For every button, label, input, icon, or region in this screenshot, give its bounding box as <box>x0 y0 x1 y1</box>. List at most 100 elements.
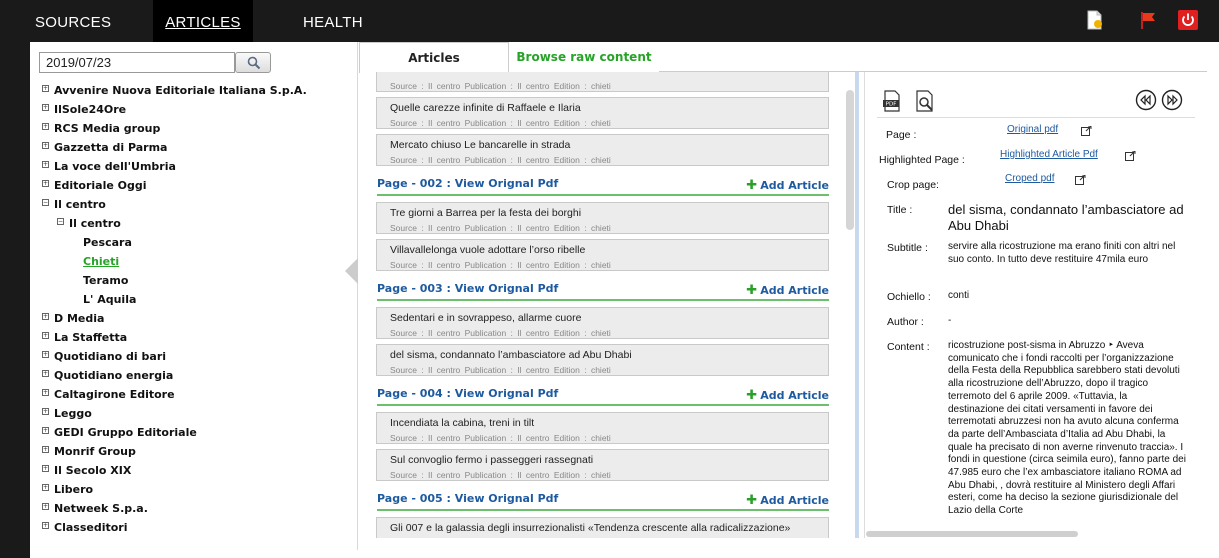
tree-group[interactable]: + Classeditori <box>30 518 358 537</box>
external-link-icon[interactable] <box>1125 151 1136 161</box>
article-title[interactable]: del sisma, condannato l’ambasciatore ad … <box>390 349 632 361</box>
tree-item-label[interactable]: Chieti <box>83 255 119 268</box>
article-item[interactable]: Villavallelonga vuole adottare l’orso ri… <box>376 239 829 271</box>
tree-group[interactable]: + IlSole24Ore <box>30 100 358 119</box>
date-input[interactable] <box>39 52 235 73</box>
add-article-button[interactable]: ✚ Add Article <box>746 283 829 298</box>
expand-icon[interactable]: + <box>42 142 49 149</box>
expand-icon[interactable]: + <box>42 484 49 491</box>
article-title[interactable]: Mercato chiuso Le bancarelle in strada <box>390 139 570 151</box>
expand-icon[interactable]: + <box>42 85 49 92</box>
tree-item-label[interactable]: Pescara <box>83 236 132 249</box>
document-icon[interactable] <box>1084 10 1104 30</box>
article-list-scrollbar[interactable] <box>846 80 854 540</box>
nav-articles-tab[interactable]: ARTICLES <box>153 0 253 42</box>
article-item[interactable]: Sul convoglio fermo i passeggeri rassegn… <box>376 449 829 481</box>
expand-icon[interactable]: + <box>42 180 49 187</box>
expand-icon[interactable]: + <box>42 161 49 168</box>
tab-browse-raw[interactable]: Browse raw content <box>509 42 659 72</box>
add-article-button[interactable]: ✚ Add Article <box>746 388 829 403</box>
external-link-icon[interactable] <box>1081 126 1092 136</box>
nav-health-tab[interactable]: HEALTH <box>303 0 363 42</box>
expand-icon[interactable]: + <box>42 351 49 358</box>
view-original-pdf-link[interactable]: Page - 002 : View Orignal Pdf <box>377 177 558 190</box>
cropped-pdf-link[interactable]: Croped pdf <box>1005 173 1054 184</box>
expand-icon[interactable]: + <box>42 332 49 339</box>
tree-group[interactable]: + Caltagirone Editore <box>30 385 358 404</box>
article-item[interactable]: Tre giorni a Barrea per la festa dei bor… <box>376 202 829 234</box>
article-item[interactable]: del sisma, condannato l’ambasciatore ad … <box>376 344 829 376</box>
expand-icon[interactable]: + <box>42 408 49 415</box>
expand-icon[interactable]: + <box>42 313 49 320</box>
highlighted-pdf-link[interactable]: Highlighted Article Pdf <box>1000 149 1098 160</box>
article-item[interactable]: Mercato chiuso Le bancarelle in strada So… <box>376 134 829 166</box>
tree-group[interactable]: + RCS Media group <box>30 119 358 138</box>
scrollbar-thumb[interactable] <box>846 90 854 230</box>
collapse-panel-handle[interactable] <box>345 258 358 284</box>
article-title[interactable]: Sedentari e in sovrappeso, allarme cuore <box>390 312 581 324</box>
article-title[interactable]: Quelle carezze infinite di Raffaele e Il… <box>390 102 581 114</box>
view-original-pdf-link[interactable]: Page - 004 : View Orignal Pdf <box>377 387 558 400</box>
expand-icon[interactable]: + <box>42 465 49 472</box>
tree-item-label[interactable]: L' Aquila <box>83 293 136 306</box>
tree-group[interactable]: + Monrif Group <box>30 442 358 461</box>
flag-icon[interactable] <box>1138 10 1158 30</box>
tree-group[interactable]: + La voce dell'Umbria <box>30 157 358 176</box>
expand-icon[interactable]: + <box>42 123 49 130</box>
collapse-icon[interactable]: − <box>42 199 49 206</box>
expand-icon[interactable]: + <box>42 104 49 111</box>
article-item[interactable]: Sedentari e in sovrappeso, allarme cuore… <box>376 307 829 339</box>
add-article-button[interactable]: ✚ Add Article <box>746 493 829 508</box>
tree-group[interactable]: + Leggo <box>30 404 358 423</box>
nav-sources-tab[interactable]: SOURCES <box>35 0 111 42</box>
article-title[interactable]: Villavallelonga vuole adottare l’orso ri… <box>390 244 585 256</box>
tree-group[interactable]: + Avvenire Nuova Editoriale Italiana S.p.… <box>30 81 358 100</box>
tree-group[interactable]: + La Staffetta <box>30 328 358 347</box>
article-item[interactable]: Quelle carezze infinite di Raffaele e Il… <box>376 97 829 129</box>
expand-icon[interactable]: + <box>42 446 49 453</box>
tree-group[interactable]: + Il Secolo XIX <box>30 461 358 480</box>
tree-item-label[interactable]: Teramo <box>83 274 128 287</box>
previous-article-icon[interactable] <box>1135 89 1157 111</box>
expand-icon[interactable]: + <box>42 370 49 377</box>
article-title[interactable]: Tre giorni a Barrea per la festa dei bor… <box>390 207 581 219</box>
date-search-button[interactable] <box>235 52 271 73</box>
tree-group[interactable]: + Quotidiano di bari <box>30 347 358 366</box>
tree-group[interactable]: + Gazzetta di Parma <box>30 138 358 157</box>
tree-edition[interactable]: Chieti <box>30 252 358 271</box>
panel-divider[interactable] <box>855 72 859 538</box>
pdf-icon[interactable]: PDF <box>882 90 902 112</box>
next-article-icon[interactable] <box>1161 89 1183 111</box>
view-original-pdf-link[interactable]: Page - 003 : View Orignal Pdf <box>377 282 558 295</box>
detail-horizontal-scrollbar[interactable] <box>864 530 1207 538</box>
tree-edition[interactable]: Teramo <box>30 271 358 290</box>
article-item[interactable]: Gli 007 e la galassia degli insurreziona… <box>376 517 829 538</box>
power-icon[interactable] <box>1178 10 1198 30</box>
expand-icon[interactable]: + <box>42 389 49 396</box>
tree-group[interactable]: + Netweek S.p.a. <box>30 499 358 518</box>
tree-group[interactable]: + Editoriale Oggi <box>30 176 358 195</box>
tree-publication-open[interactable]: − Il centro <box>30 214 358 233</box>
article-title[interactable]: Incendiata la cabina, treni in tilt <box>390 417 534 429</box>
expand-icon[interactable]: + <box>42 522 49 529</box>
tab-articles[interactable]: Articles <box>359 42 509 73</box>
expand-icon[interactable]: + <box>42 427 49 434</box>
original-pdf-link[interactable]: Original pdf <box>1007 124 1058 135</box>
expand-icon[interactable]: + <box>42 503 49 510</box>
collapse-icon[interactable]: − <box>57 218 64 225</box>
tree-group[interactable]: + Quotidiano energia <box>30 366 358 385</box>
add-article-button[interactable]: ✚ Add Article <box>746 178 829 193</box>
tree-group[interactable]: + Libero <box>30 480 358 499</box>
article-item[interactable]: Incendiata la cabina, treni in tilt Sourc… <box>376 412 829 444</box>
tree-edition[interactable]: Pescara <box>30 233 358 252</box>
tree-group-open[interactable]: − Il centro <box>30 195 358 214</box>
scrollbar-thumb[interactable] <box>866 531 1078 537</box>
article-title[interactable]: Gli 007 e la galassia degli insurreziona… <box>390 522 790 534</box>
tree-group[interactable]: + GEDI Gruppo Editoriale <box>30 423 358 442</box>
view-original-pdf-link[interactable]: Page - 005 : View Orignal Pdf <box>377 492 558 505</box>
tree-group[interactable]: + D Media <box>30 309 358 328</box>
article-title[interactable]: Sul convoglio fermo i passeggeri rassegn… <box>390 454 593 466</box>
preview-search-icon[interactable] <box>915 90 937 112</box>
tree-edition[interactable]: L' Aquila <box>30 290 358 309</box>
external-link-icon[interactable] <box>1075 175 1086 185</box>
